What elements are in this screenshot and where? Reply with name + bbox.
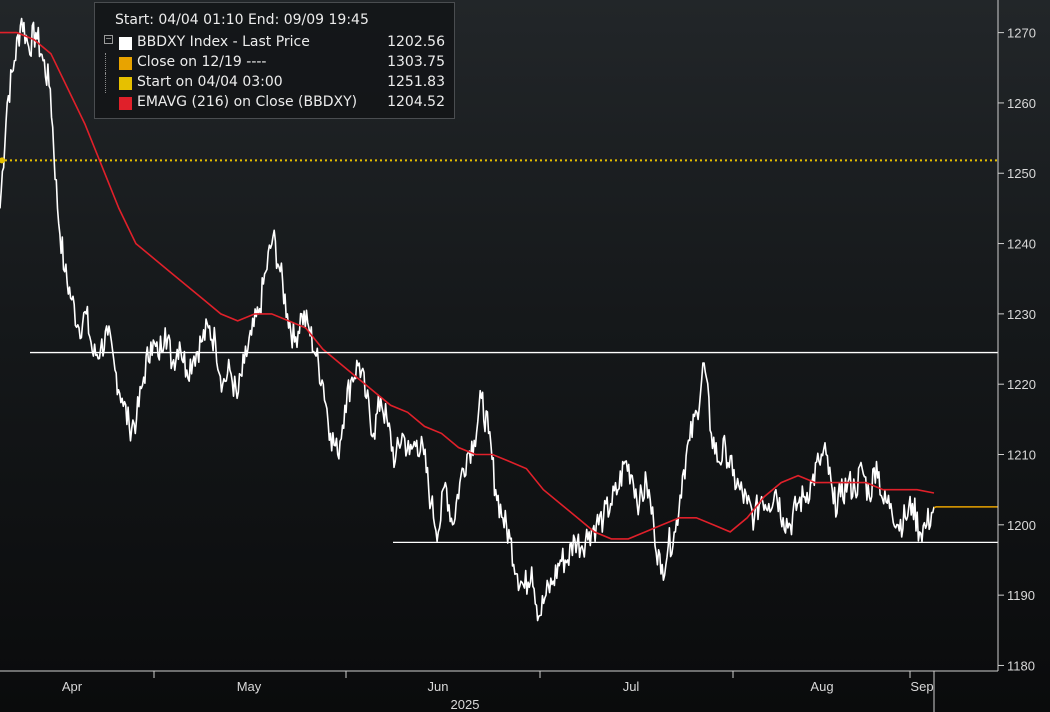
legend-row-close[interactable]: Close on 12/19 ---- 1303.75 [99,53,449,73]
close-swatch [119,57,132,70]
x-tick-label: May [237,679,262,694]
y-tick-label: 1270 [1007,26,1036,41]
legend-row-start[interactable]: Start on 04/04 03:00 1251.83 [99,73,449,93]
legend-name: EMAVG (216) on Close (BBDXY) [137,94,358,110]
legend-box[interactable]: Start: 04/04 01:10 End: 09/09 19:45 − BB… [94,2,455,119]
y-tick-label: 1190 [1007,588,1035,603]
legend-name: Close on 12/19 ---- [137,54,267,70]
collapse-icon[interactable]: − [104,35,113,44]
y-tick-label: 1240 [1007,237,1036,252]
x-tick-label: Jun [428,679,449,694]
y-tick-label: 1180 [1007,658,1035,673]
x-year-label: 2025 [451,697,480,712]
tree-connector-icon [105,53,114,73]
legend-name: Start on 04/04 03:00 [137,74,283,90]
chart-window: 1180 1190 1200 1210 1220 1230 1240 1250 1260 1270… [0,0,1050,712]
x-tick-label: Jul [623,679,640,694]
legend-row-last-price[interactable]: − BBDXY Index - Last Price 1202.56 [99,33,449,53]
x-tick-label: Sep [910,679,933,694]
legend-row-emavg[interactable]: EMAVG (216) on Close (BBDXY) 1204.52 [99,93,449,113]
legend-value: 1303.75 [387,54,445,70]
legend-name: BBDXY Index - Last Price [137,34,310,50]
y-tick-label: 1260 [1007,96,1036,111]
last-price-marker [933,506,998,509]
y-tick-label: 1220 [1007,377,1036,392]
y-tick-label: 1230 [1007,307,1036,322]
last-price-swatch [119,37,132,50]
y-tick-label: 1210 [1007,448,1036,463]
legend-value: 1204.52 [387,94,445,110]
start-swatch [119,77,132,90]
y-tick-label: 1250 [1007,166,1036,181]
x-tick-label: Apr [62,679,83,694]
emavg-swatch [119,97,132,110]
legend-value: 1202.56 [387,34,445,50]
legend-value: 1251.83 [387,74,445,90]
x-tick-label: Aug [810,679,833,694]
legend-header: Start: 04/04 01:10 End: 09/09 19:45 [115,12,369,28]
y-tick-label: 1200 [1007,518,1036,533]
tree-connector-icon [105,73,114,93]
